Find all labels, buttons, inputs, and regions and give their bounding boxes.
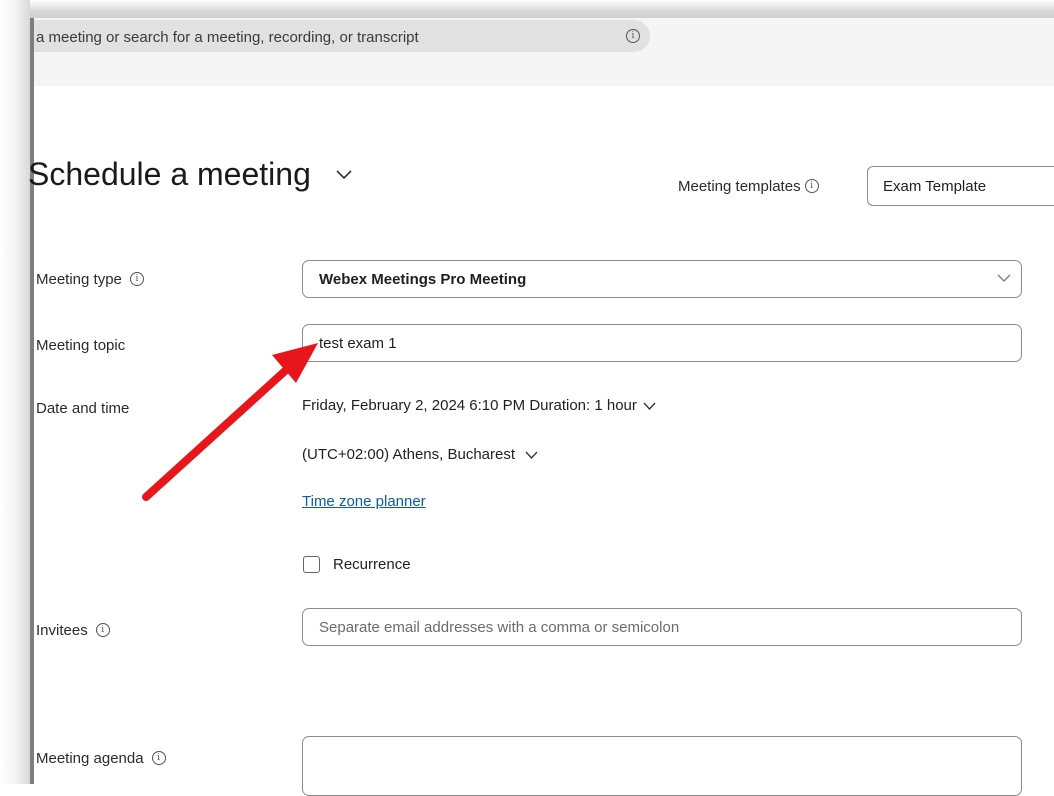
meeting-agenda-label: Meeting agenda i <box>36 750 166 767</box>
meeting-type-select[interactable]: Webex Meetings Pro Meeting <box>302 260 1022 298</box>
meeting-templates-text: Meeting templates <box>678 178 801 195</box>
meeting-template-select[interactable]: Exam Template <box>867 166 1054 206</box>
meeting-agenda-input[interactable] <box>302 736 1022 796</box>
recurrence-label[interactable]: Recurrence <box>333 556 411 573</box>
meeting-type-value: Webex Meetings Pro Meeting <box>319 271 527 288</box>
meeting-agenda-text: Meeting agenda <box>36 750 144 767</box>
timezone-value: (UTC+02:00) Athens, Bucharest <box>302 446 516 463</box>
window-shadow-left <box>0 0 30 784</box>
timezone-selector[interactable]: (UTC+02:00) Athens, Bucharest <box>302 446 538 463</box>
info-icon[interactable]: i <box>151 751 166 766</box>
meeting-topic-value: test exam 1 <box>319 335 397 352</box>
date-time-value: Friday, February 2, 2024 6:10 PM Duratio… <box>302 397 637 414</box>
info-icon[interactable]: i <box>95 623 110 638</box>
schedule-form: Schedule a meeting Meeting templates i Ex… <box>28 86 1054 796</box>
meeting-type-label: Meeting type i <box>36 271 144 288</box>
chevron-down-icon <box>643 402 656 410</box>
recurrence-checkbox[interactable] <box>303 556 320 573</box>
meeting-templates-label: Meeting templates i <box>678 178 819 195</box>
invitees-placeholder: Separate email addresses with a comma or… <box>319 619 680 636</box>
meeting-type-text: Meeting type <box>36 271 122 288</box>
search-bar[interactable]: a meeting or search for a meeting, recor… <box>34 20 650 52</box>
info-icon[interactable]: i <box>804 178 819 193</box>
info-icon[interactable]: i <box>129 272 144 287</box>
invitees-label: Invitees i <box>36 622 110 639</box>
date-time-selector[interactable]: Friday, February 2, 2024 6:10 PM Duratio… <box>302 397 656 414</box>
search-text[interactable]: a meeting or search for a meeting, recor… <box>36 29 419 46</box>
invitees-text: Invitees <box>36 622 88 639</box>
info-icon[interactable]: i <box>626 29 640 43</box>
date-time-label: Date and time <box>36 400 130 417</box>
chevron-down-icon[interactable] <box>336 170 352 180</box>
chevron-down-icon <box>997 274 1011 282</box>
time-zone-planner-link[interactable]: Time zone planner <box>302 493 426 510</box>
page-title: Schedule a meeting <box>28 156 311 192</box>
window-shadow-top <box>0 0 1054 18</box>
invitees-input[interactable]: Separate email addresses with a comma or… <box>302 608 1022 646</box>
top-bar: a meeting or search for a meeting, recor… <box>34 18 1054 86</box>
meeting-topic-input[interactable]: test exam 1 <box>302 324 1022 362</box>
chevron-down-icon <box>525 451 538 459</box>
template-selected-value: Exam Template <box>883 178 987 195</box>
meeting-topic-label: Meeting topic <box>36 337 126 354</box>
